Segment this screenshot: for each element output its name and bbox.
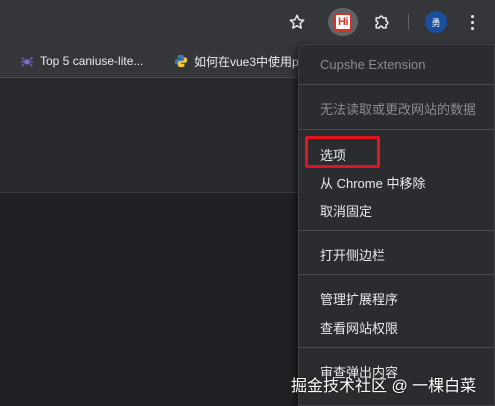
menu-item-remove-from-chrome[interactable]: 从 Chrome 中移除 (299, 170, 494, 194)
spider-icon (20, 54, 34, 68)
menu-item-unpin[interactable]: 取消固定 (299, 198, 494, 222)
menu-separator (299, 230, 494, 231)
extension-context-menu: Cupshe Extension 无法读取或更改网站的数据 选项 从 Chrom… (298, 44, 495, 406)
python-icon (174, 54, 188, 68)
menu-permission-note: 无法读取或更改网站的数据 (320, 101, 477, 117)
watermark-text: 掘金技术社区 @ 一棵白菜 (291, 378, 477, 395)
menu-item-manage-extensions[interactable]: 管理扩展程序 (299, 286, 494, 310)
menu-separator (299, 84, 494, 85)
puzzle-icon[interactable] (370, 10, 394, 34)
active-extension-button[interactable]: Hi (328, 8, 358, 36)
menu-separator (299, 347, 494, 348)
menu-separator (299, 129, 494, 130)
browser-toolbar (0, 0, 495, 44)
menu-item-open-side-panel[interactable]: 打开侧边栏 (299, 242, 494, 266)
toolbar-divider (408, 14, 409, 30)
menu-separator (299, 274, 494, 275)
profile-avatar[interactable]: 勇 (425, 11, 447, 33)
bookmark-star-icon[interactable] (285, 10, 309, 34)
highlight-annotation-box (305, 136, 380, 168)
bookmark-item[interactable]: 如何在vue3中使用p (174, 52, 299, 70)
bookmark-item[interactable]: Top 5 caniuse-lite... (20, 52, 143, 70)
menu-header-extension-name: Cupshe Extension (320, 56, 426, 72)
menu-item-view-site-permissions[interactable]: 查看网站权限 (299, 315, 494, 339)
kebab-menu-icon[interactable] (464, 11, 480, 33)
hi-extension-icon: Hi (334, 13, 352, 31)
